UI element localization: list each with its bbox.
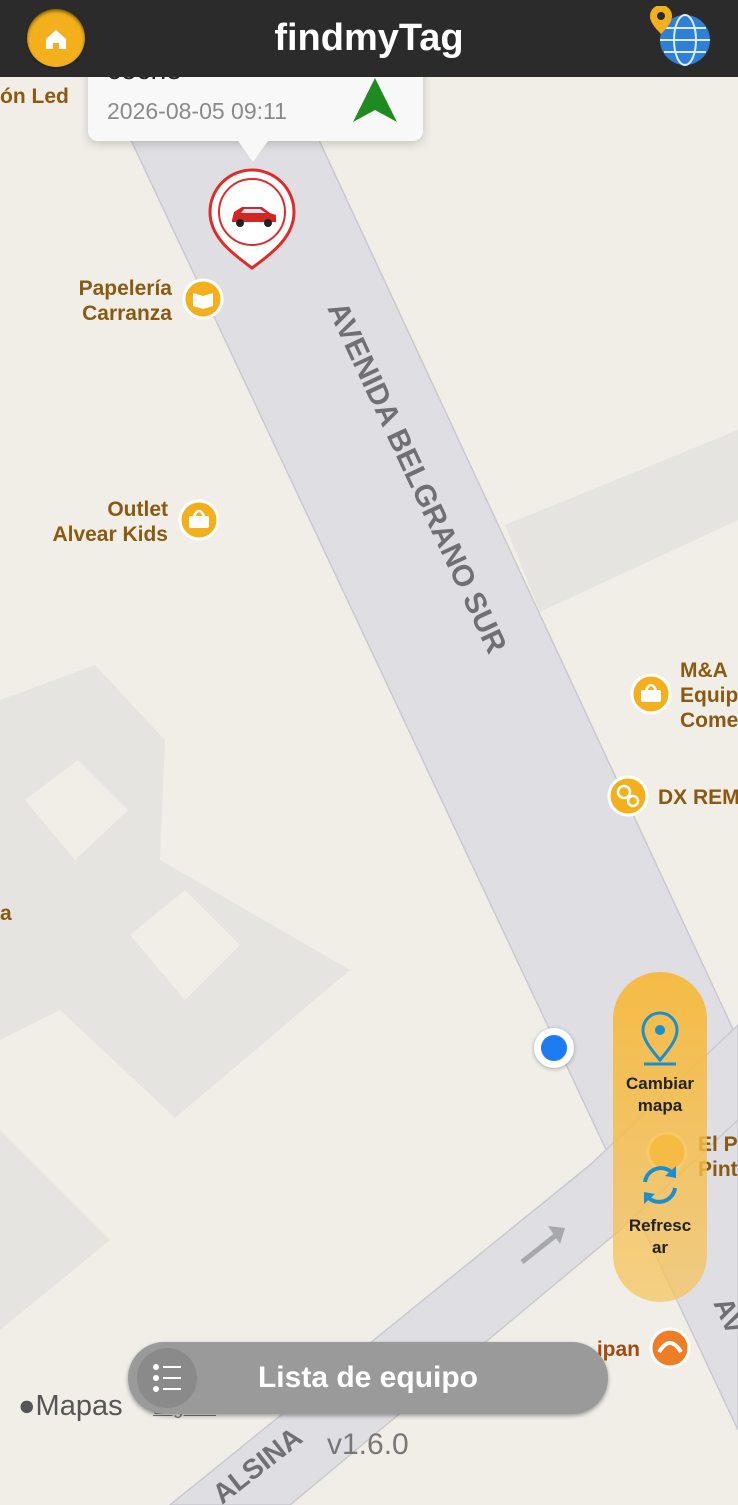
map-pin-icon: [641, 1011, 679, 1066]
apple-maps-logo: ●Mapas: [18, 1390, 123, 1423]
list-menu-icon: [137, 1348, 197, 1408]
refresh-icon: [643, 1166, 677, 1204]
poi-label: Equip: [680, 684, 738, 707]
user-location-dot: [534, 1028, 574, 1068]
croissant-icon: [649, 1327, 691, 1369]
app-title: findmyTag: [274, 17, 464, 59]
poi-label-led: ón Led: [0, 85, 69, 108]
change-map-button[interactable]: Cambiar mapa: [613, 1010, 707, 1117]
maps-brand: Mapas: [35, 1390, 123, 1422]
poi-label: Come: [680, 709, 738, 732]
poi-label: Papelería: [79, 277, 173, 300]
device-timestamp: 2026-08-05 09:11: [107, 98, 287, 124]
poi-label: ipan: [597, 1338, 640, 1361]
poi-label: M&A: [680, 659, 728, 682]
refresh-label-1: Refresc: [628, 1216, 692, 1235]
globe-pin-icon: [650, 5, 710, 66]
change-map-label-1: Cambiar: [625, 1074, 695, 1093]
poi-label-edge: a: [0, 902, 12, 925]
popup-tail: [236, 138, 270, 162]
poi-label: Alvear Kids: [52, 523, 168, 546]
refresh-button[interactable]: Refresc ar: [613, 1160, 707, 1259]
green-north-arrow-icon[interactable]: [351, 76, 399, 124]
map-side-panel: Cambiar mapa Refresc ar: [613, 972, 707, 1302]
globe-map-button[interactable]: [645, 5, 715, 70]
apple-logo-icon: ●: [18, 1390, 36, 1422]
device-list-button[interactable]: Lista de equipo: [128, 1342, 608, 1414]
refresh-label-2: ar: [651, 1238, 669, 1257]
change-map-label-2: mapa: [637, 1096, 683, 1115]
device-list-label: Lista de equipo: [257, 1361, 479, 1394]
top-bar: findmyTag: [0, 0, 738, 77]
poi-label: Outlet: [107, 498, 168, 521]
poi-label: DX REM: [658, 786, 738, 809]
poi-label: Carranza: [82, 302, 172, 325]
app-version: v1.6.0: [327, 1428, 409, 1461]
